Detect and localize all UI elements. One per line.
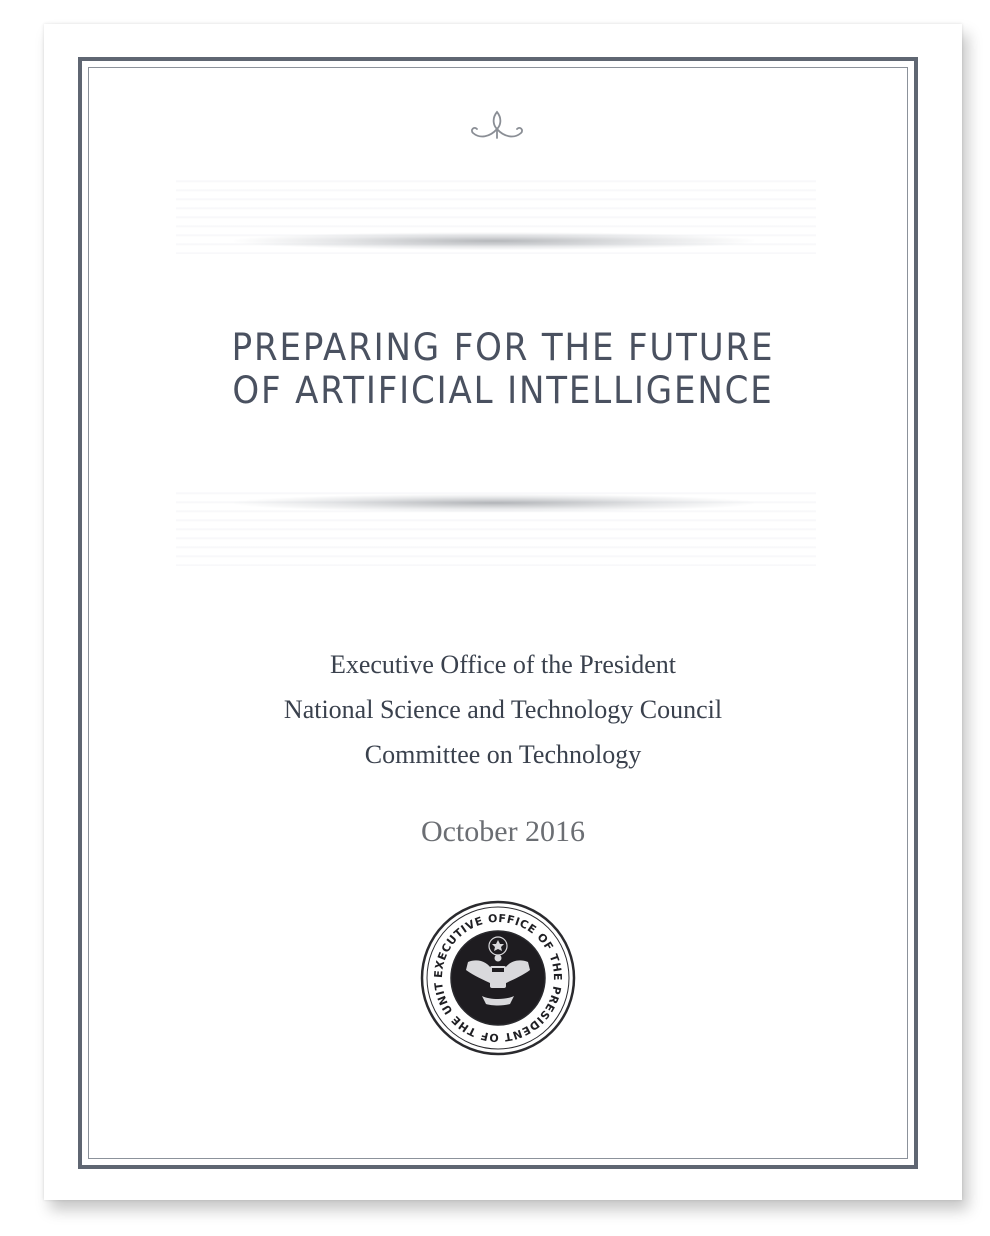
organization-line: Executive Office of the President bbox=[329, 650, 677, 679]
flourish-ornament-icon bbox=[471, 110, 523, 139]
report-title-line-2: OF ARTIFICIAL INTELLIGENCE bbox=[232, 369, 774, 412]
report-cover-page: PREPARING FOR THE FUTURE OF ARTIFICIAL I… bbox=[44, 24, 962, 1200]
organization-line: Committee on Technology bbox=[364, 740, 642, 769]
shadow-divider-top bbox=[234, 232, 754, 250]
report-title: PREPARING FOR THE FUTURE OF ARTIFICIAL I… bbox=[81, 326, 926, 412]
shadow-divider-bottom bbox=[234, 494, 754, 512]
organization-line: National Science and Technology Council bbox=[283, 695, 723, 724]
publication-date: October 2016 bbox=[420, 815, 586, 848]
document-canvas: PREPARING FOR THE FUTURE OF ARTIFICIAL I… bbox=[0, 0, 990, 1236]
report-title-line-1: PREPARING FOR THE FUTURE bbox=[231, 326, 775, 369]
presidential-seal-icon: EXECUTIVE OFFICE OF THE PRESIDENT OF THE… bbox=[420, 900, 576, 1056]
issuing-organizations: Executive Office of the President Nation… bbox=[44, 642, 962, 777]
